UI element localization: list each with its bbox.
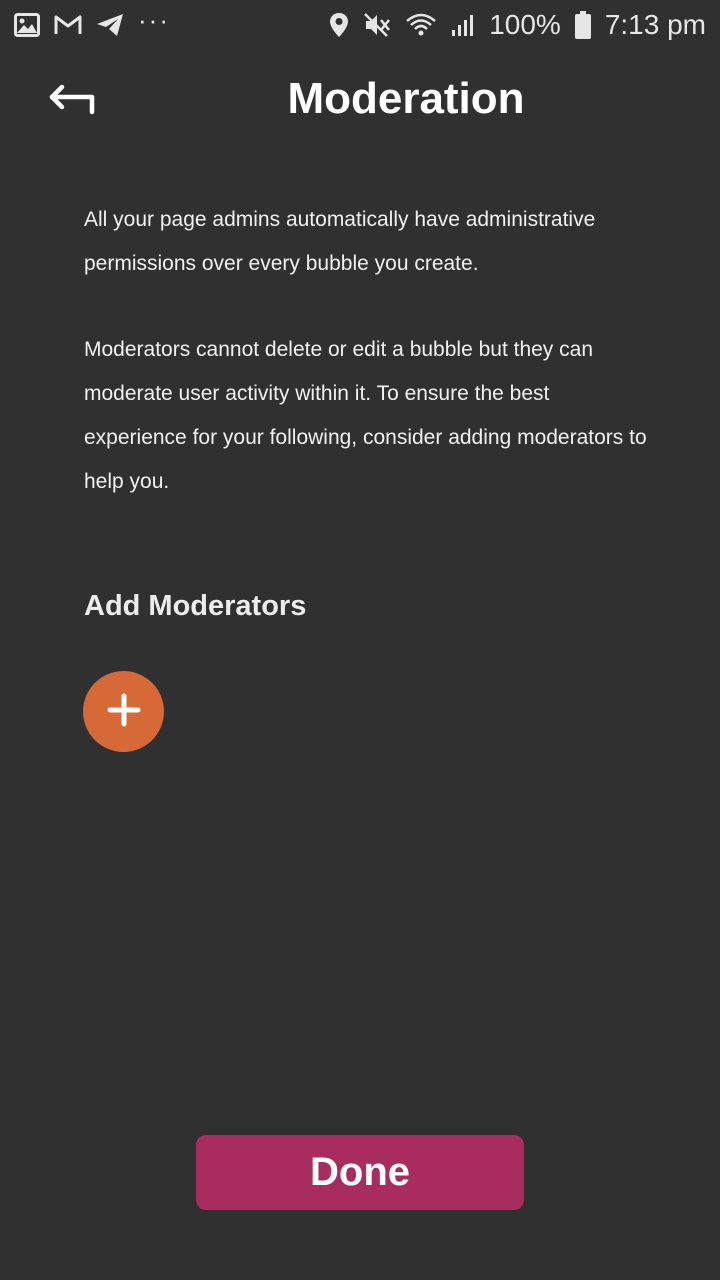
plus-icon — [106, 692, 142, 731]
location-icon — [329, 12, 349, 38]
page-title: Moderation — [287, 74, 525, 123]
status-time: 7:13 pm — [604, 9, 706, 40]
battery-percent: 100% — [489, 9, 561, 40]
description: All your page admins automatically have … — [84, 198, 654, 546]
moderation-screen: ··· 100% 7:13 pm Moderation All your pag… — [0, 0, 720, 1280]
add-moderator-button[interactable] — [83, 671, 164, 752]
status-bar: ··· 100% 7:13 pm — [0, 0, 720, 50]
header: Moderation — [0, 60, 720, 150]
done-button[interactable]: Done — [196, 1135, 524, 1210]
status-bar-left: ··· — [14, 7, 170, 37]
more-notifications-icon: ··· — [138, 5, 170, 35]
status-bar-right: 100% 7:13 pm — [329, 11, 706, 39]
signal-icon — [451, 13, 475, 37]
image-icon — [14, 13, 40, 37]
mute-icon — [363, 12, 391, 38]
telegram-icon — [96, 13, 124, 37]
add-moderators-heading: Add Moderators — [84, 590, 307, 622]
wifi-icon — [405, 13, 437, 37]
moderators-info-text: Moderators cannot delete or edit a bubbl… — [84, 338, 647, 493]
battery-icon — [574, 11, 591, 39]
gmail-icon — [54, 14, 82, 36]
admin-permissions-text: All your page admins automatically have … — [84, 208, 596, 275]
